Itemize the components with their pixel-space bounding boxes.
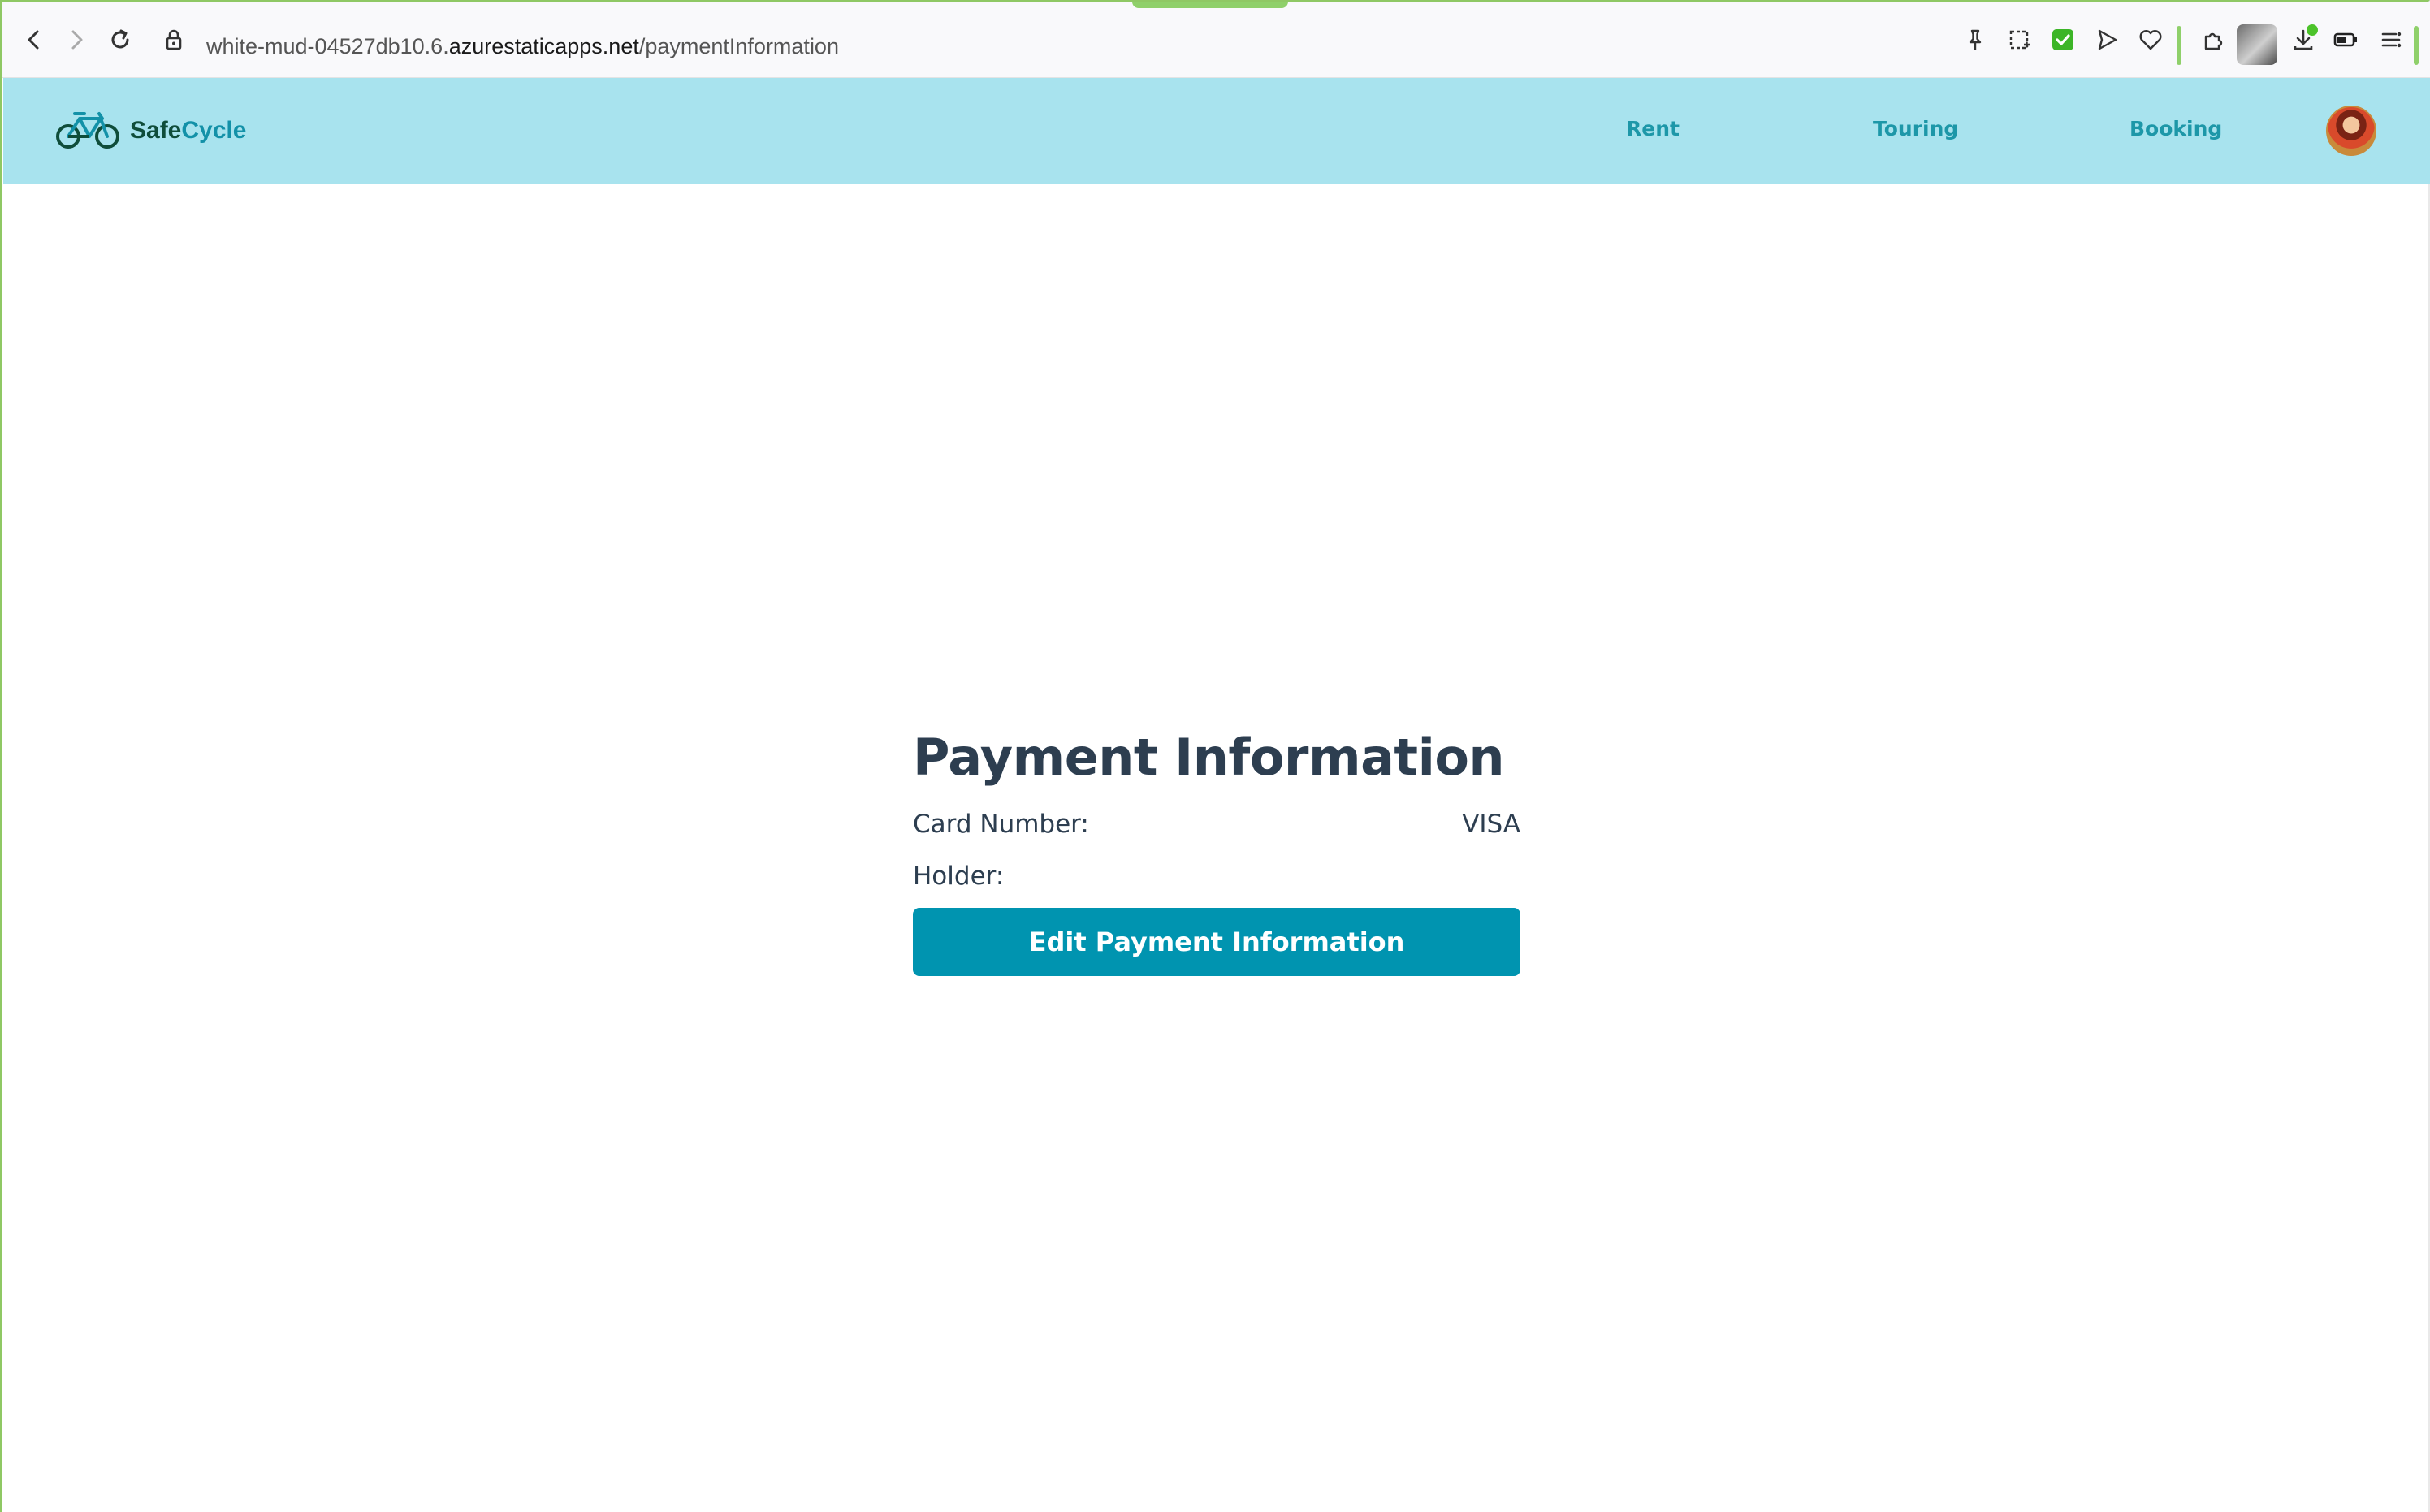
holder-label: Holder: (913, 862, 1005, 891)
bicycle-icon (55, 107, 122, 155)
toolbar-separator (2177, 26, 2181, 65)
profile-avatar[interactable] (2237, 24, 2277, 65)
url-path: /paymentInformation (638, 34, 839, 58)
nav-booking[interactable]: Booking (2129, 117, 2222, 140)
user-avatar[interactable] (2326, 106, 2376, 156)
nav-rent[interactable]: Rent (1626, 117, 1680, 140)
extensions-icon[interactable] (2201, 27, 2227, 53)
browser-toolbar: white-mud-04527db10.6.azurestaticapps.ne… (2, 2, 2430, 78)
site-header: SafeCycle Rent Touring Booking (3, 78, 2430, 184)
url-domain: azurestaticapps.net (448, 34, 639, 58)
pin-icon[interactable] (1962, 27, 1988, 53)
toolbar-edge-accent (2414, 26, 2419, 65)
browser-window: white-mud-04527db10.6.azurestaticapps.ne… (0, 0, 2430, 1512)
logo-text: SafeCycle (130, 117, 246, 145)
address-bar[interactable]: white-mud-04527db10.6.azurestaticapps.ne… (206, 31, 839, 62)
logo-text-cycle: Cycle (181, 117, 247, 144)
url-prefix: white-mud-04527db10.6. (206, 34, 449, 58)
page-title: Payment Information (913, 728, 1505, 787)
card-number-row: Card Number: VISA (913, 799, 1520, 849)
payment-panel: Payment Information Card Number: VISA Ho… (913, 724, 1520, 976)
logo-text-safe: Safe (130, 117, 182, 144)
download-badge (2307, 24, 2318, 36)
nav-touring[interactable]: Touring (1873, 117, 1958, 140)
heart-icon[interactable] (2138, 27, 2164, 53)
shield-check-icon[interactable] (2050, 27, 2076, 53)
card-number-value: VISA (1462, 810, 1520, 839)
window-drag-handle[interactable] (1132, 2, 1288, 8)
send-icon[interactable] (2094, 27, 2120, 53)
lock-icon[interactable] (161, 27, 187, 53)
back-icon[interactable] (21, 27, 47, 53)
menu-icon[interactable] (2378, 27, 2404, 53)
edit-payment-button[interactable]: Edit Payment Information (913, 908, 1520, 976)
battery-icon[interactable] (2333, 27, 2359, 53)
forward-icon[interactable] (63, 27, 89, 53)
card-number-label: Card Number: (913, 810, 1089, 839)
site-logo[interactable]: SafeCycle (55, 107, 246, 154)
screenshot-icon[interactable] (2006, 27, 2032, 53)
holder-row: Holder: (913, 851, 1520, 901)
reload-icon[interactable] (107, 27, 133, 53)
